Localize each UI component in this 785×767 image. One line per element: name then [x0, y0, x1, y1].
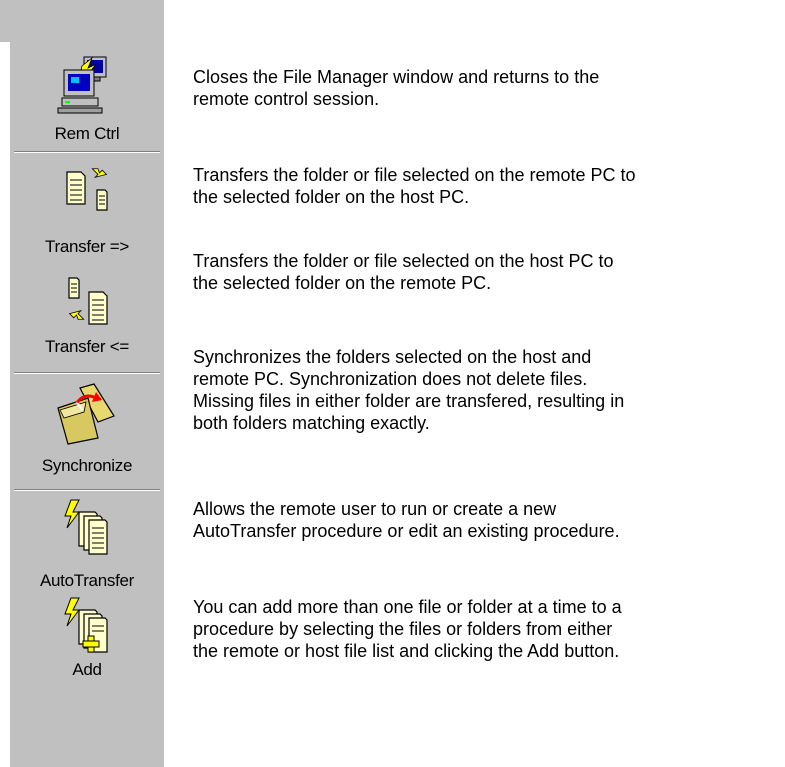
add-description: You can add more than one file or folder… — [193, 597, 622, 661]
transfer-to-host-icon — [66, 168, 108, 211]
autotransfer-icon — [64, 499, 108, 555]
add-icon — [64, 597, 108, 653]
autotransfer-description: Allows the remote user to run or create … — [193, 499, 620, 541]
rem-ctrl-label: Rem Ctrl — [54, 124, 120, 143]
transfer-to-host-button[interactable]: Transfer => — [10, 156, 164, 264]
remote-computer-icon — [57, 56, 107, 114]
rem-ctrl-button[interactable]: Rem Ctrl — [10, 42, 164, 152]
help-page: Rem Ctrl Transfer => Transfer <= Synchro… — [0, 0, 785, 767]
transfer-to-host-description: Transfers the folder or file selected on… — [193, 165, 636, 207]
add-button[interactable]: Add — [10, 596, 164, 686]
synchronize-description: Synchronizes the folders selected on the… — [193, 347, 625, 433]
toolbar-separator — [14, 151, 160, 153]
transfer-to-remote-label: Transfer <= — [45, 337, 129, 356]
synchronize-folder-icon — [57, 383, 115, 445]
add-label: Add — [72, 660, 102, 679]
synchronize-button[interactable]: Synchronize — [10, 376, 164, 486]
file-manager-toolbar: Rem Ctrl Transfer => Transfer <= Synchro… — [0, 0, 164, 767]
transfer-to-remote-button[interactable]: Transfer <= — [10, 272, 164, 372]
transfer-to-remote-icon — [68, 277, 108, 325]
autotransfer-label: AutoTransfer — [39, 571, 135, 590]
rem-ctrl-description: Closes the File Manager window and retur… — [193, 67, 600, 109]
toolbar-separator — [14, 489, 160, 491]
toolbar-separator — [14, 372, 160, 374]
transfer-to-remote-description: Transfers the folder or file selected on… — [193, 251, 614, 293]
synchronize-label: Synchronize — [41, 456, 133, 475]
autotransfer-button[interactable]: AutoTransfer — [10, 494, 164, 598]
transfer-to-host-label: Transfer => — [45, 237, 129, 256]
